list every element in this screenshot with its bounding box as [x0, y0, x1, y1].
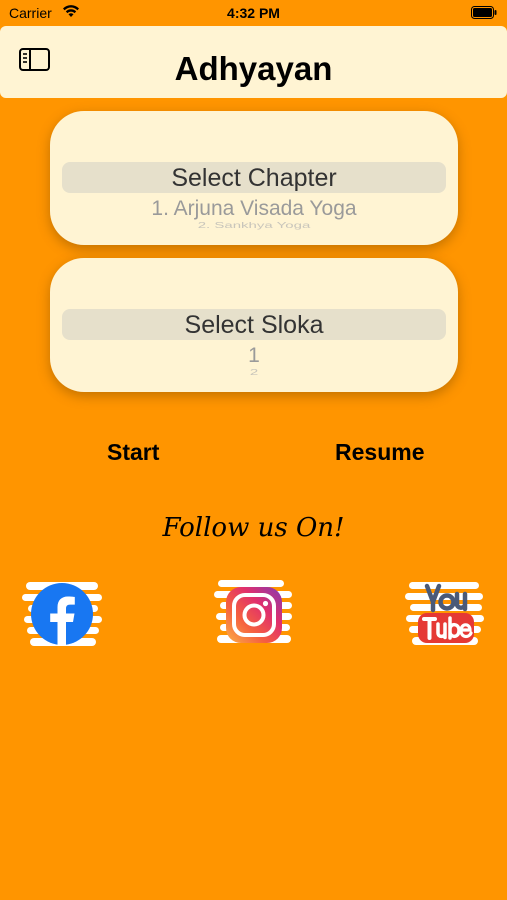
follow-us-label: Follow us On! — [162, 513, 345, 543]
chapter-picker-selected[interactable]: Select Chapter — [50, 164, 458, 193]
page-title: Adhyayan — [174, 50, 333, 87]
status-bar: Carrier 4:32 PM — [0, 0, 507, 26]
youtube-link[interactable] — [405, 578, 485, 650]
facebook-link[interactable] — [22, 578, 102, 650]
youtube-icon — [405, 582, 484, 645]
clock: 4:32 PM — [227, 5, 280, 21]
start-button[interactable]: Start — [107, 439, 159, 466]
sloka-picker-selected[interactable]: Select Sloka — [50, 311, 458, 340]
sloka-picker[interactable]: Select Sloka 1 2 — [50, 258, 458, 392]
battery-icon — [471, 6, 497, 19]
chapter-picker[interactable]: Select Chapter 1. Arjuna Visada Yoga 2. … — [50, 111, 458, 245]
sloka-picker-option[interactable]: 1 — [50, 344, 458, 368]
facebook-icon — [22, 582, 102, 646]
sloka-picker-option[interactable]: 2 — [50, 368, 458, 377]
chapter-picker-option[interactable]: 1. Arjuna Visada Yoga — [50, 197, 458, 221]
instagram-icon — [214, 580, 292, 643]
navigation-bar: Adhyayan — [0, 26, 507, 98]
resume-button[interactable]: Resume — [335, 439, 424, 466]
instagram-link[interactable] — [214, 578, 294, 650]
chapter-picker-option[interactable]: 2. Sankhya Yoga — [50, 221, 458, 230]
